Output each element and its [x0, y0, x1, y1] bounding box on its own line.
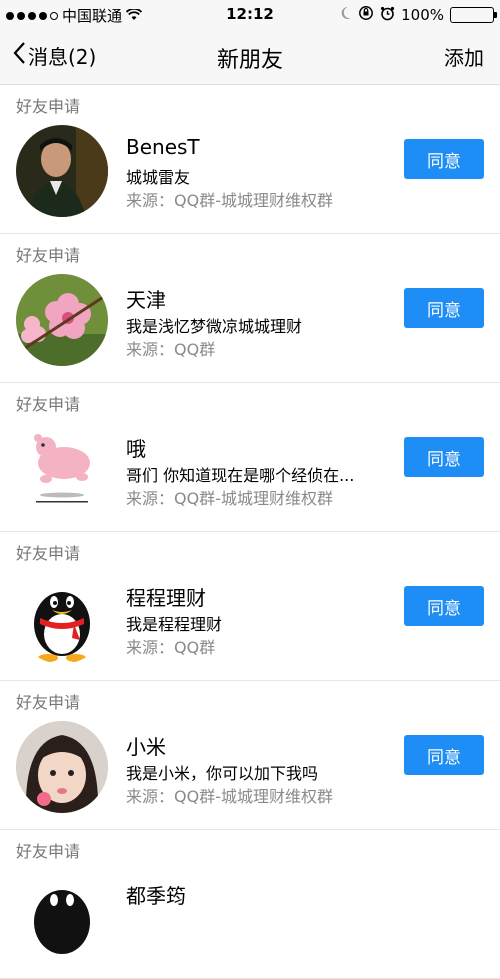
request-name: BenesT — [126, 135, 200, 159]
request-message: 我是小米，你可以加下我吗 — [126, 764, 319, 783]
agree-button[interactable]: 同意 — [404, 288, 484, 328]
request-message: 我是浅忆梦微凉城城理财 — [126, 317, 303, 336]
nav-bar: 消息(2) 新朋友 添加 — [0, 30, 500, 85]
friend-request-item[interactable]: 好友申请 小米 我是小米，你可以加下我吗 来源：QQ群-城城理财维权群 同意 — [0, 681, 500, 830]
avatar[interactable] — [16, 423, 108, 515]
rotation-lock-icon — [358, 5, 374, 25]
agree-button[interactable]: 同意 — [404, 139, 484, 179]
friend-request-item[interactable]: 好友申请 都季筠 — [0, 830, 500, 979]
avatar[interactable] — [16, 870, 108, 962]
request-name: 程程理财 — [126, 586, 206, 610]
section-label: 好友申请 — [16, 842, 81, 861]
agree-button[interactable]: 同意 — [404, 586, 484, 626]
friend-request-list: 好友申请 BenesT 城城雷友 来源：QQ群-城城理财维权群 同意 好友申请 — [0, 85, 500, 979]
add-button[interactable]: 添加 — [444, 42, 484, 71]
friend-request-item[interactable]: 好友申请 BenesT 城城雷友 来源：QQ群-城城理财维权群 同意 — [0, 85, 500, 234]
request-source: 来源：QQ群-城城理财维权群 — [126, 787, 333, 806]
section-label: 好友申请 — [16, 246, 81, 265]
request-name: 哦 — [126, 437, 146, 461]
request-message: 哥们 你知道现在是哪个经侦在... — [126, 466, 355, 485]
battery-percent: 100% — [401, 6, 444, 24]
status-right: 100% — [340, 5, 497, 25]
agree-button[interactable]: 同意 — [404, 437, 484, 477]
avatar[interactable] — [16, 572, 108, 664]
avatar[interactable] — [16, 125, 108, 217]
friend-request-item[interactable]: 好友申请 哦 哥们 你知道现在是哪个经侦在... 来源：QQ群-城城理财维权群 … — [0, 383, 500, 532]
moon-icon — [340, 6, 352, 24]
back-label: 消息(2) — [28, 45, 97, 69]
request-message: 城城雷友 — [126, 168, 191, 187]
request-source: 来源：QQ群 — [126, 340, 216, 359]
friend-request-item[interactable]: 好友申请 天津 我是浅忆梦微凉城城理财 来源：QQ群 同意 — [0, 234, 500, 383]
request-source: 来源：QQ群 — [126, 638, 216, 657]
section-label: 好友申请 — [16, 544, 81, 563]
agree-button[interactable]: 同意 — [404, 735, 484, 775]
section-label: 好友申请 — [16, 97, 81, 116]
request-name: 天津 — [126, 288, 166, 312]
section-label: 好友申请 — [16, 395, 81, 414]
request-source: 来源：QQ群-城城理财维权群 — [126, 191, 333, 210]
alarm-icon — [380, 6, 395, 25]
chevron-left-icon — [12, 41, 26, 70]
avatar[interactable] — [16, 721, 108, 813]
request-message: 我是程程理财 — [126, 615, 223, 634]
friend-request-item[interactable]: 好友申请 程程理财 我是程程理财 来源：QQ群 同意 — [0, 532, 500, 681]
request-source: 来源：QQ群-城城理财维权群 — [126, 489, 333, 508]
request-name: 小米 — [126, 735, 166, 759]
request-name: 都季筠 — [126, 884, 186, 908]
back-button[interactable]: 消息(2) — [12, 41, 96, 70]
battery-icon — [450, 7, 497, 23]
section-label: 好友申请 — [16, 693, 81, 712]
status-bar: 中国联通 12:12 100% — [0, 0, 500, 30]
avatar[interactable] — [16, 274, 108, 366]
